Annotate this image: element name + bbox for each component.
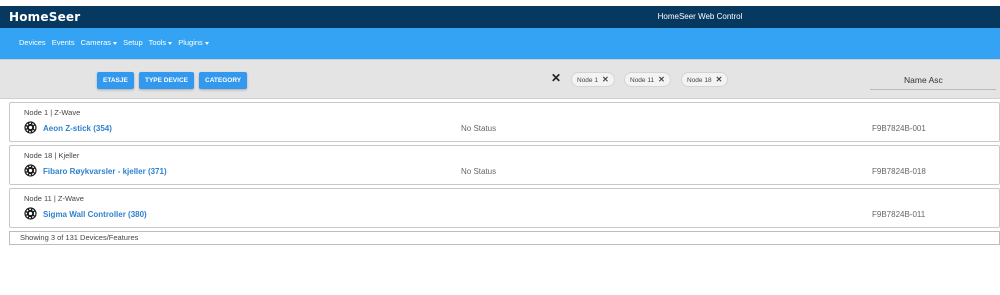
chevron-down-icon xyxy=(113,41,118,45)
device-row: Node 11 | Z-Wave Sigma Wall Controller (… xyxy=(9,188,1000,228)
nav-tools[interactable]: Tools xyxy=(149,38,173,47)
device-status: No Status xyxy=(461,167,497,176)
filter-chip: Node 11 ✕ xyxy=(624,72,671,87)
chevron-down-icon xyxy=(168,41,173,45)
filter-toolbar: ETASJE TYPE DEVICE CATEGORY ✕ Node 1 ✕ No… xyxy=(0,59,1000,99)
nav-plugins[interactable]: Plugins xyxy=(178,38,209,47)
group-etasje-button[interactable]: ETASJE xyxy=(97,72,134,89)
device-status: No Status xyxy=(461,124,497,133)
device-name-link[interactable]: Sigma Wall Controller (380) xyxy=(43,210,147,219)
device-row: Node 1 | Z-Wave Aeon Z-stick (354) No St… xyxy=(9,102,1000,142)
homeseer-logo[interactable]: HomeSeer xyxy=(9,10,80,24)
sort-select[interactable]: Name Asc xyxy=(870,70,996,90)
filter-chip: Node 18 ✕ xyxy=(681,72,729,87)
device-row: Node 18 | Kjeller Fibaro Røykvarsler - k… xyxy=(9,145,1000,185)
device-code: F9B7824B-018 xyxy=(872,167,926,176)
filter-chip-label: Node 1 xyxy=(577,77,598,84)
clear-filters-icon[interactable]: ✕ xyxy=(551,71,561,85)
device-name-link[interactable]: Fibaro Røykvarsler - kjeller (371) xyxy=(43,167,167,176)
zwave-device-icon xyxy=(24,164,37,177)
zwave-device-icon xyxy=(24,207,37,220)
nav-setup[interactable]: Setup xyxy=(123,38,143,47)
remove-chip-icon[interactable]: ✕ xyxy=(602,75,609,84)
device-location: Node 18 | Kjeller xyxy=(24,151,80,160)
zwave-device-icon xyxy=(24,121,37,134)
device-location: Node 11 | Z-Wave xyxy=(24,194,84,203)
device-location: Node 1 | Z-Wave xyxy=(24,108,81,117)
filter-chip-label: Node 11 xyxy=(630,77,655,84)
results-summary: Showing 3 of 131 Devices/Features xyxy=(9,231,1000,245)
group-type-device-button[interactable]: TYPE DEVICE xyxy=(139,72,194,89)
nav-devices[interactable]: Devices xyxy=(19,38,46,47)
remove-chip-icon[interactable]: ✕ xyxy=(658,75,665,84)
device-name-link[interactable]: Aeon Z-stick (354) xyxy=(43,124,112,133)
filter-chip-label: Node 18 xyxy=(687,77,712,84)
group-category-button[interactable]: CATEGORY xyxy=(199,72,248,89)
filter-chip: Node 1 ✕ xyxy=(571,72,615,87)
title-bar: HomeSeer HomeSeer Web Control xyxy=(0,6,1000,28)
main-nav: Devices Events Cameras Setup Tools Plugi… xyxy=(0,28,1000,59)
device-code: F9B7824B-001 xyxy=(872,124,926,133)
app-title: HomeSeer Web Control xyxy=(657,12,743,21)
remove-chip-icon[interactable]: ✕ xyxy=(716,75,723,84)
device-code: F9B7824B-011 xyxy=(872,210,926,219)
chevron-down-icon xyxy=(204,41,209,45)
nav-cameras[interactable]: Cameras xyxy=(81,38,118,47)
nav-events[interactable]: Events xyxy=(52,38,75,47)
